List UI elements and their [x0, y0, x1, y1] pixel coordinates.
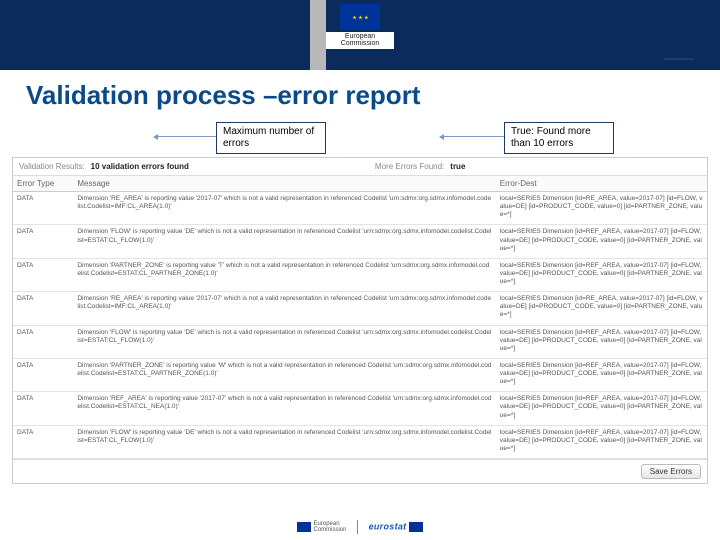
table-row: DATADimension 'FLOW' is reporting value … — [13, 225, 707, 258]
save-errors-button[interactable]: Save Errors — [641, 464, 701, 479]
eu-flag-mini-icon — [297, 522, 311, 532]
cell-dest: local=SERIES Dimension [id=REF_AREA, val… — [496, 425, 707, 458]
table-row: DATADimension 'PARTNER_ZONE' is reportin… — [13, 258, 707, 291]
cell-type: DATA — [13, 392, 73, 425]
content-area: Validation Results: 10 validation errors… — [0, 157, 720, 484]
cell-type: DATA — [13, 192, 73, 225]
cell-message: Dimension 'PARTNER_ZONE' is reporting va… — [73, 358, 495, 391]
ec-line1: European — [328, 33, 392, 40]
cell-message: Dimension 'FLOW' is reporting value 'DE'… — [73, 425, 495, 458]
banner-grey-block — [310, 0, 326, 70]
slide-title: Validation process –error report — [0, 70, 720, 115]
ec-logo: European Commission — [326, 4, 394, 49]
table-body: DATADimension 'RE_AREA' is reporting val… — [13, 192, 707, 459]
cell-dest: local=SERIES Dimension [id=RE_AREA, valu… — [496, 292, 707, 325]
top-banner: European Commission — [0, 0, 720, 70]
cell-message: Dimension 'RE_AREA' is reporting value '… — [73, 292, 495, 325]
cell-dest: local=SERIES Dimension [id=REF_AREA, val… — [496, 258, 707, 291]
col-error-dest: Error-Dest — [496, 176, 707, 192]
cell-type: DATA — [13, 258, 73, 291]
panel-header: Validation Results: 10 validation errors… — [13, 158, 707, 176]
table-row: DATADimension 'RE_AREA' is reporting val… — [13, 192, 707, 225]
footer: European Commission eurostat — [0, 520, 720, 534]
cell-message: Dimension 'FLOW' is reporting value 'DE'… — [73, 225, 495, 258]
callout-more-found: True: Found more than 10 errors — [504, 122, 614, 154]
more-errors-value: true — [450, 162, 465, 171]
table-row: DATADimension 'REF_AREA' is reporting va… — [13, 392, 707, 425]
cell-type: DATA — [13, 358, 73, 391]
results-label: Validation Results: — [19, 162, 85, 171]
table-header-row: Error Type Message Error-Dest — [13, 176, 707, 192]
table-row: DATADimension 'RE_AREA' is reporting val… — [13, 292, 707, 325]
cell-dest: local=SERIES Dimension [id=RE_AREA, valu… — [496, 192, 707, 225]
more-errors-label: More Errors Found: — [375, 162, 444, 171]
arrow-left — [158, 136, 216, 137]
eu-flag-icon — [340, 4, 380, 30]
cell-dest: local=SERIES Dimension [id=REF_AREA, val… — [496, 325, 707, 358]
table-row: DATADimension 'FLOW' is reporting value … — [13, 425, 707, 458]
eu-flag-mini-icon-2 — [409, 522, 423, 532]
table-row: DATADimension 'PARTNER_ZONE' is reportin… — [13, 358, 707, 391]
cell-type: DATA — [13, 292, 73, 325]
cell-dest: local=SERIES Dimension [id=REF_AREA, val… — [496, 392, 707, 425]
errors-table: Error Type Message Error-Dest DATADimens… — [13, 176, 707, 459]
footer-divider — [357, 520, 358, 534]
panel-footer: Save Errors — [13, 459, 707, 483]
footer-ec-text: European Commission — [314, 521, 347, 533]
cell-message: Dimension 'FLOW' is reporting value 'DE'… — [73, 325, 495, 358]
footer-ec-line2: Commission — [314, 527, 347, 533]
ec-logo-text: European Commission — [326, 32, 394, 49]
cell-type: DATA — [13, 425, 73, 458]
logo-underline — [664, 58, 694, 60]
ec-line2: Commission — [328, 40, 392, 47]
cell-dest: local=SERIES Dimension [id=REF_AREA, val… — [496, 225, 707, 258]
callout-max-errors: Maximum number of errors — [216, 122, 326, 154]
cell-message: Dimension 'REF_AREA' is reporting value … — [73, 392, 495, 425]
results-value: 10 validation errors found — [91, 162, 189, 171]
table-row: DATADimension 'FLOW' is reporting value … — [13, 325, 707, 358]
col-error-type: Error Type — [13, 176, 73, 192]
arrow-right — [444, 136, 504, 137]
col-message: Message — [73, 176, 495, 192]
cell-dest: local=SERIES Dimension [id=REF_AREA, val… — [496, 358, 707, 391]
cell-type: DATA — [13, 325, 73, 358]
eurostat-logo-text: eurostat — [369, 521, 407, 531]
cell-message: Dimension 'RE_AREA' is reporting value '… — [73, 192, 495, 225]
cell-type: DATA — [13, 225, 73, 258]
cell-message: Dimension 'PARTNER_ZONE' is reporting va… — [73, 258, 495, 291]
validation-panel: Validation Results: 10 validation errors… — [12, 157, 708, 484]
